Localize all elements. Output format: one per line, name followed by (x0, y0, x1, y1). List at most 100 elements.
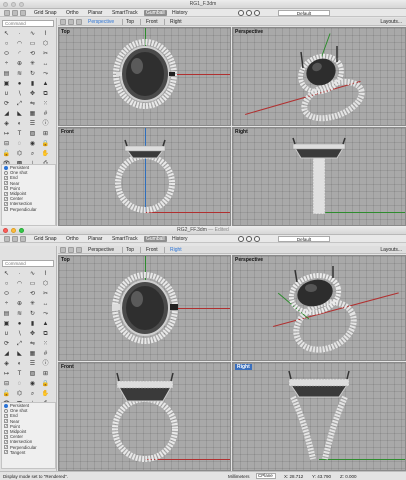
ungroup-icon[interactable]: ⊟ (2, 380, 11, 388)
tab-right[interactable]: Right (170, 247, 182, 253)
checkbox[interactable]: ✓ (4, 450, 8, 455)
cylinder-icon[interactable]: ▮ (28, 80, 37, 88)
single-view-icon[interactable] (68, 19, 74, 25)
viewport-front[interactable]: Front (58, 362, 231, 471)
unlock-icon[interactable]: 🔓 (2, 390, 11, 398)
checkbox[interactable]: ✓ (4, 445, 8, 450)
patch-icon[interactable]: ▦ (28, 350, 37, 358)
rotate-icon[interactable]: ⟳ (2, 340, 11, 348)
pan-icon[interactable]: ✋ (41, 150, 50, 158)
extrude-icon[interactable]: ▤ (2, 70, 11, 78)
layer-lock-icon[interactable] (246, 10, 252, 16)
command-input[interactable]: Command (2, 20, 54, 27)
extend-icon[interactable]: ↔ (41, 300, 50, 308)
curve-icon[interactable]: ∿ (28, 270, 37, 278)
zoom-icon[interactable]: ⌕ (28, 150, 37, 158)
checkbox[interactable]: ✓ (4, 191, 8, 196)
point-icon[interactable]: · (15, 30, 24, 38)
sweep-icon[interactable]: ⤳ (41, 310, 50, 318)
tab-top[interactable]: Top (126, 247, 134, 253)
zoom-icon[interactable]: ⌕ (28, 390, 37, 398)
join-icon[interactable]: ⊕ (15, 60, 24, 68)
history-toggle[interactable]: History (172, 236, 188, 242)
polygon-icon[interactable]: ⬡ (41, 40, 50, 48)
loft-icon[interactable]: ≋ (15, 310, 24, 318)
show-icon[interactable]: ◉ (28, 380, 37, 388)
ortho-toggle[interactable]: Ortho (66, 236, 79, 242)
array-icon[interactable]: ⁙ (41, 100, 50, 108)
smarttrack-toggle[interactable]: SmartTrack (112, 10, 138, 16)
explode-icon[interactable]: ✳ (28, 60, 37, 68)
boolean-union-icon[interactable]: ∪ (2, 330, 11, 338)
osnap-option[interactable]: ✓ Perpendicular (2, 207, 55, 212)
move-icon[interactable]: ✥ (28, 330, 37, 338)
title-bar[interactable]: RG2_FF.3dm — Edited (0, 226, 406, 235)
cplane-field[interactable]: CPlane (256, 473, 276, 479)
cone-icon[interactable]: ▲ (41, 320, 50, 328)
boolean-union-icon[interactable]: ∪ (2, 90, 11, 98)
sphere-icon[interactable]: ● (15, 80, 24, 88)
lock-icon[interactable]: 🔒 (41, 380, 50, 388)
select-arrow-icon[interactable]: ↖ (2, 270, 11, 278)
boolean-diff-icon[interactable]: ∖ (15, 90, 24, 98)
viewport-front[interactable]: Front (58, 127, 231, 226)
hatch-icon[interactable]: ▨ (28, 130, 37, 138)
point-icon[interactable]: · (15, 270, 24, 278)
pan-icon[interactable]: ✋ (41, 390, 50, 398)
explode-icon[interactable]: ✳ (28, 300, 37, 308)
fillet-edge-icon[interactable]: ◢ (2, 110, 11, 118)
mesh-icon[interactable]: ◈ (2, 120, 11, 128)
analyze-icon[interactable]: ⌬ (15, 150, 24, 158)
checkbox[interactable]: ✓ (4, 439, 8, 444)
circle-icon[interactable]: ○ (2, 280, 11, 288)
view-menu-icon[interactable] (76, 19, 82, 25)
viewport-right[interactable]: Right (232, 362, 406, 471)
polyline-icon[interactable]: ⌇ (41, 30, 50, 38)
hatch-icon[interactable]: ▨ (28, 370, 37, 378)
sphere-icon[interactable]: ● (15, 320, 24, 328)
join-icon[interactable]: ⊕ (15, 300, 24, 308)
group-icon[interactable]: ⊞ (41, 370, 50, 378)
copy-icon[interactable]: ⧉ (41, 330, 50, 338)
tab-perspective[interactable]: Perspective (88, 247, 114, 253)
curve-icon[interactable]: ∿ (28, 30, 37, 38)
tab-perspective[interactable]: Perspective (88, 19, 114, 25)
group-icon[interactable]: ⊞ (41, 130, 50, 138)
polyline-icon[interactable]: ⌇ (41, 270, 50, 278)
checkbox[interactable]: ✓ (4, 429, 8, 434)
checkbox[interactable]: ✓ (4, 413, 8, 418)
checkbox[interactable]: ✓ (4, 434, 8, 439)
save-file-icon[interactable] (20, 236, 26, 242)
save-file-icon[interactable] (20, 10, 26, 16)
render-icon[interactable]: ◐ (15, 120, 24, 128)
planar-toggle[interactable]: Planar (88, 236, 102, 242)
command-input[interactable]: Command (2, 260, 54, 267)
layouts-menu[interactable]: Layouts... (380, 19, 402, 25)
layer-icon[interactable]: ☰ (28, 120, 37, 128)
revolve-icon[interactable]: ↻ (28, 310, 37, 318)
move-icon[interactable]: ✥ (28, 90, 37, 98)
layer-icon[interactable]: ☰ (28, 360, 37, 368)
layer-lock-icon[interactable] (246, 236, 252, 242)
units-label[interactable]: Millimeters (228, 474, 250, 479)
cone-icon[interactable]: ▲ (41, 80, 50, 88)
layer-light-icon[interactable] (238, 236, 244, 242)
new-file-icon[interactable] (4, 236, 10, 242)
gumball-toggle[interactable]: Gumball (144, 10, 167, 16)
scale-icon[interactable]: ⤢ (15, 340, 24, 348)
single-view-icon[interactable] (68, 247, 74, 253)
viewport-top[interactable]: Top (58, 255, 231, 361)
tab-right[interactable]: Right (170, 19, 182, 25)
tab-front[interactable]: Front (146, 19, 158, 25)
chamfer-icon[interactable]: ◣ (15, 110, 24, 118)
radio-button[interactable] (4, 170, 8, 175)
cylinder-icon[interactable]: ▮ (28, 320, 37, 328)
revolve-icon[interactable]: ↻ (28, 70, 37, 78)
offset-icon[interactable]: ⟲ (28, 50, 37, 58)
trim-icon[interactable]: ✂ (41, 290, 50, 298)
viewport-perspective[interactable]: Perspective (232, 255, 406, 361)
viewport-right[interactable]: Right (232, 127, 406, 226)
title-bar[interactable]: RG1_F.3dm (0, 0, 406, 9)
loft-icon[interactable]: ≋ (15, 70, 24, 78)
split-icon[interactable]: ÷ (2, 300, 11, 308)
